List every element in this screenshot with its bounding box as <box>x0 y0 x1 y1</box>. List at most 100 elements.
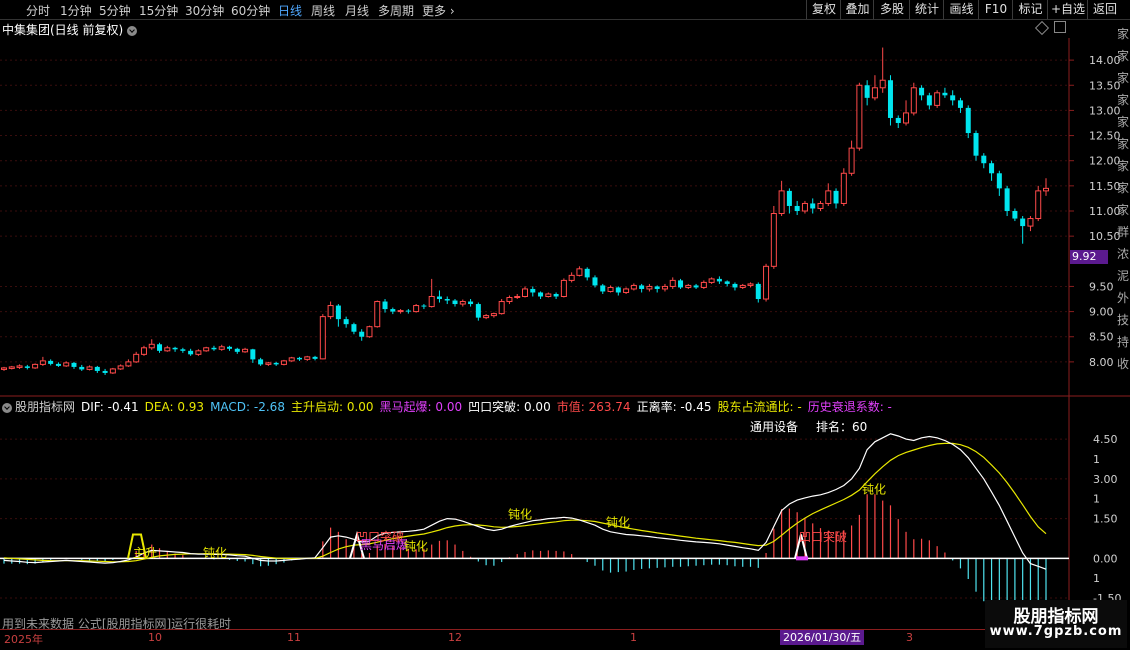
candle-body <box>140 347 147 355</box>
period-tab-5[interactable]: 60分钟 <box>231 2 270 19</box>
candle-body <box>133 353 140 363</box>
period-tab-6[interactable]: 日线 <box>278 2 302 19</box>
heima-marker <box>796 556 808 561</box>
chart-canvas[interactable]: 14.0013.5013.0012.5012.0011.5011.0010.50… <box>0 38 1130 630</box>
candle-body <box>919 87 925 96</box>
candle-body <box>164 347 171 352</box>
price-tick-label: 9.00 <box>1089 306 1114 319</box>
candle-body <box>16 365 23 368</box>
toolbar-button-5[interactable]: F10 <box>978 0 1013 19</box>
candle-body <box>188 350 194 355</box>
period-tab-3[interactable]: 15分钟 <box>139 2 178 19</box>
candle-body <box>180 349 186 351</box>
toolbar-button-8[interactable]: 返回 <box>1087 0 1122 19</box>
macd-value: MACD: -2.68 <box>210 400 285 414</box>
period-tab-9[interactable]: 多周期 <box>378 2 414 19</box>
candle-body <box>94 366 100 371</box>
price-tick-label: 8.50 <box>1089 331 1114 344</box>
candle-body <box>778 190 785 215</box>
candle-body <box>530 288 536 293</box>
candle-body <box>157 344 163 351</box>
candle-body <box>669 279 676 287</box>
candle-body <box>218 346 225 350</box>
strip-char-2: 家 <box>1117 71 1130 85</box>
candle-body <box>48 360 54 364</box>
period-tab-4[interactable]: 30分钟 <box>185 2 224 19</box>
candle-body <box>382 301 388 310</box>
candle-body <box>102 370 108 373</box>
toolbar-button-4[interactable]: 画线 <box>943 0 979 19</box>
toolbar-button-2[interactable]: 多股 <box>873 0 910 19</box>
candle-body <box>288 357 295 362</box>
candle-body <box>661 285 668 290</box>
candle-body <box>981 155 987 164</box>
candle-body <box>506 297 513 303</box>
price-tick-label: 14.00 <box>1089 54 1121 67</box>
price-tick-label: 8.00 <box>1089 356 1114 369</box>
toolbar-button-1[interactable]: 叠加 <box>840 0 874 19</box>
current-price-tag: 9.92 <box>1070 250 1108 264</box>
candle-body <box>172 347 178 350</box>
period-tab-0[interactable]: 分时 <box>26 2 50 19</box>
watermark-url: www.7gpzb.com <box>989 624 1123 639</box>
strip-char-0: 家 <box>1117 27 1130 41</box>
price-tick-label: 12.50 <box>1089 130 1121 143</box>
candle-body <box>747 283 754 286</box>
annotation-heima: 黑马启爆 <box>360 538 408 552</box>
candle-body <box>678 280 684 288</box>
industry-label: 通用设备 <box>750 420 799 434</box>
candle-body <box>833 190 839 204</box>
candle-body <box>296 357 302 360</box>
toolbar-button-0[interactable]: 复权 <box>806 0 841 19</box>
stock-title[interactable]: 中集集团(日线 前复权) <box>2 23 123 37</box>
candle-body <box>444 299 450 301</box>
chevron-down-icon[interactable] <box>127 25 138 36</box>
candle-body <box>304 356 311 360</box>
candle-body <box>950 95 956 101</box>
period-tab-8[interactable]: 月线 <box>345 2 369 19</box>
candle-body <box>685 284 692 288</box>
candle-body <box>817 202 824 209</box>
toolbar-button-3[interactable]: 统计 <box>909 0 944 19</box>
candle-body <box>1027 218 1034 227</box>
indicator-menu-icon[interactable] <box>2 402 12 413</box>
candle-body <box>522 288 528 298</box>
heima-value: 黑马起爆: 0.00 <box>379 400 463 414</box>
candle-body <box>242 348 249 353</box>
candle-body <box>390 309 396 312</box>
candle-body <box>428 296 435 308</box>
strip-char-10: 浓 <box>1117 247 1130 261</box>
diamond-icon[interactable] <box>1034 20 1050 36</box>
toolbar-button-6[interactable]: 标记 <box>1012 0 1048 19</box>
candle-body <box>1020 218 1026 227</box>
toolbar-button-7[interactable]: +自选 <box>1047 0 1088 19</box>
indicator-name[interactable]: 股朋指标网 <box>15 400 75 414</box>
candle-body <box>8 366 15 369</box>
watermark: 股朋指标网 www.7gpzb.com <box>985 600 1127 648</box>
candle-body <box>468 301 474 305</box>
candle-body <box>1035 190 1042 220</box>
candle-body <box>716 278 722 282</box>
period-tab-1[interactable]: 1分钟 <box>60 2 92 19</box>
period-tab-2[interactable]: 5分钟 <box>99 2 131 19</box>
annotation-zhusheng: 主升 <box>133 546 157 560</box>
candle-body <box>926 95 932 106</box>
strip-char-5: 家 <box>1117 137 1130 151</box>
candle-body <box>327 305 334 318</box>
period-tab-10[interactable]: 更多 › <box>422 2 455 19</box>
candle-body <box>490 313 497 317</box>
strip-char-11: 泥 <box>1117 269 1130 283</box>
macd-tick-label: 0.00 <box>1093 552 1118 565</box>
top-toolbar: 分时 1分钟 5分钟 15分钟 30分钟 60分钟 日线 周线 月线 多周期 更多 › 复权 叠加 多股… <box>0 0 1130 20</box>
date-axis: 2025年 10 11 12 1 3 <box>0 629 1070 646</box>
period-tab-7[interactable]: 周线 <box>311 2 335 19</box>
date-label-3: 12 <box>448 631 462 644</box>
candle-body <box>630 284 637 290</box>
candle-body <box>1004 188 1010 211</box>
candle-body <box>996 173 1002 189</box>
candle-body <box>452 300 458 305</box>
candle-body <box>560 279 567 298</box>
candle-body <box>109 368 116 374</box>
annotation-dunhua: 钝化 <box>508 508 532 522</box>
square-icon[interactable] <box>1054 21 1066 33</box>
